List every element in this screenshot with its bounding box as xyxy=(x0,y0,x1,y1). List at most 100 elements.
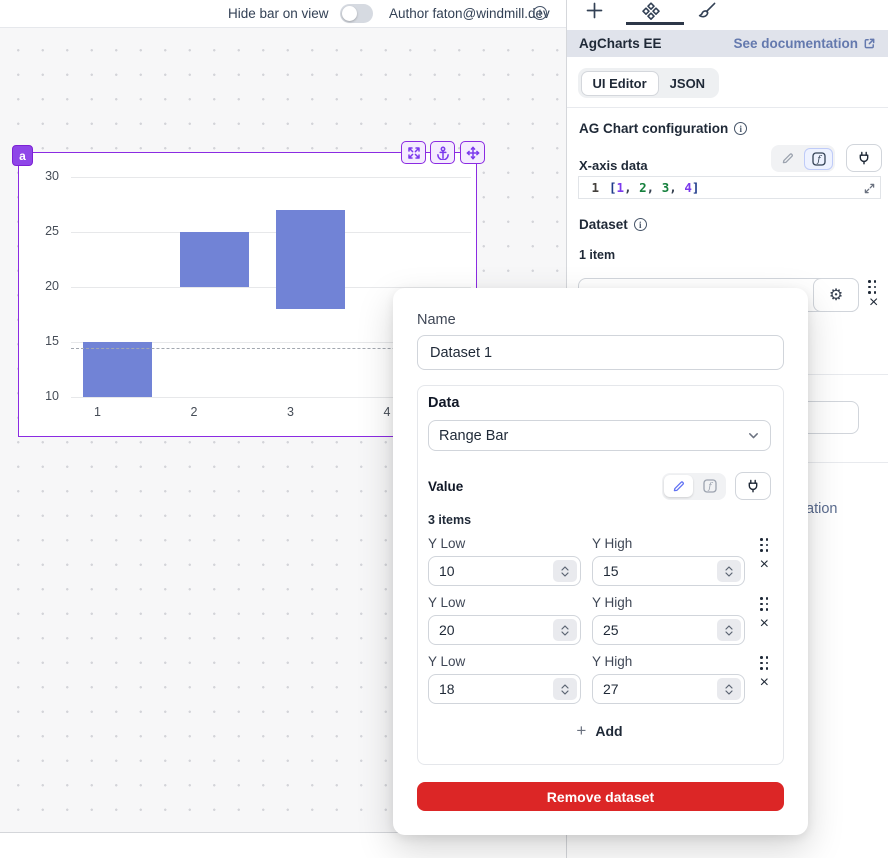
row-drag-handle[interactable] xyxy=(760,538,769,552)
chevron-down-icon xyxy=(725,690,733,695)
remove-dataset-button[interactable]: Remove dataset xyxy=(417,782,784,811)
active-tab-underline xyxy=(626,22,684,25)
y-high-label: Y High xyxy=(592,654,745,669)
dataset-name-input[interactable] xyxy=(417,335,784,370)
external-link-icon xyxy=(863,37,876,50)
expand-icon xyxy=(407,146,421,160)
svg-text:f: f xyxy=(816,154,822,165)
code-token: ] xyxy=(692,180,700,195)
author-label: Author faton@windmill.dev xyxy=(389,6,550,21)
number-stepper[interactable] xyxy=(553,678,577,700)
chevron-down-icon xyxy=(561,572,569,577)
xaxis-input-mode-toggle: f xyxy=(771,145,835,172)
anchor-icon xyxy=(436,146,450,160)
number-stepper[interactable] xyxy=(553,619,577,641)
expression-f-button[interactable]: f xyxy=(804,148,833,170)
plug-icon xyxy=(857,151,871,165)
expand-component-button[interactable] xyxy=(401,141,426,164)
chevron-down-icon xyxy=(561,690,569,695)
dataset-info-icon[interactable]: i xyxy=(634,218,647,231)
number-stepper[interactable] xyxy=(717,619,741,641)
x-axis-tick-label: 2 xyxy=(174,405,214,419)
chevron-up-icon xyxy=(725,566,733,571)
component-id-badge: a xyxy=(12,145,33,166)
chevron-down-icon xyxy=(725,631,733,636)
diagonal-expand-icon xyxy=(864,183,875,194)
expression-f-button[interactable]: f xyxy=(695,475,724,497)
plus-icon xyxy=(586,2,603,19)
hide-bar-toggle[interactable] xyxy=(340,4,373,23)
data-label: Data xyxy=(428,395,771,411)
xaxis-code-editor[interactable]: 1 [1, 2, 3, 4] xyxy=(578,176,881,199)
x-axis-tick-label: 3 xyxy=(271,405,311,419)
row-drag-handle[interactable] xyxy=(760,597,769,611)
value-connect-button[interactable] xyxy=(735,472,771,500)
function-icon: f xyxy=(812,152,826,166)
hide-bar-on-view-label: Hide bar on view xyxy=(228,6,329,21)
y-axis-tick-label: 25 xyxy=(19,224,59,238)
components-icon xyxy=(641,1,661,21)
anchor-component-button[interactable] xyxy=(430,141,455,164)
number-stepper[interactable] xyxy=(717,560,741,582)
code-token: [ xyxy=(609,180,617,195)
value-item-row: Y Low Y High xyxy=(428,536,771,586)
chevron-up-icon xyxy=(561,684,569,689)
dataset-settings-button[interactable]: ⚙ xyxy=(813,278,859,312)
number-stepper[interactable] xyxy=(717,678,741,700)
y-low-label: Y Low xyxy=(428,595,581,610)
number-stepper[interactable] xyxy=(553,560,577,582)
y-axis-tick-label: 30 xyxy=(19,169,59,183)
dataset-drag-handle[interactable] xyxy=(868,280,877,294)
static-pencil-button[interactable] xyxy=(664,475,693,497)
items-count-label: 3 items xyxy=(428,513,771,527)
see-documentation-link[interactable]: See documentation xyxy=(733,36,876,51)
row-remove-icon[interactable]: × xyxy=(760,558,769,572)
tab-styling[interactable] xyxy=(697,1,717,21)
y-axis-tick-label: 10 xyxy=(19,389,59,403)
code-expand-button[interactable] xyxy=(861,180,877,196)
row-remove-icon[interactable]: × xyxy=(760,676,769,690)
chevron-up-icon xyxy=(561,566,569,571)
value-header-row: Value f xyxy=(428,472,771,500)
paintbrush-icon xyxy=(697,1,717,21)
tab-ui-editor[interactable]: UI Editor xyxy=(581,71,659,96)
y-low-label: Y Low xyxy=(428,654,581,669)
code-token: 2 xyxy=(639,180,647,195)
editor-mode-tabs: UI Editor JSON xyxy=(578,68,719,98)
pencil-icon xyxy=(781,152,794,165)
move-icon xyxy=(466,146,480,160)
add-item-button[interactable]: + Add xyxy=(428,721,771,741)
y-low-label: Y Low xyxy=(428,536,581,551)
canvas-topbar: Hide bar on view Author faton@windmill.d… xyxy=(0,0,566,27)
name-label: Name xyxy=(417,312,784,328)
row-drag-handle[interactable] xyxy=(760,656,769,670)
config-info-icon[interactable]: i xyxy=(734,122,747,135)
data-config-box: Data Range Bar Value f xyxy=(417,385,784,765)
y-axis-tick-label: 15 xyxy=(19,334,59,348)
author-info-icon[interactable]: i xyxy=(533,6,547,20)
pencil-icon xyxy=(672,480,685,493)
dataset-remove-icon[interactable]: × xyxy=(869,296,878,310)
plug-icon xyxy=(746,479,760,493)
code-content: [1, 2, 3, 4] xyxy=(609,180,699,195)
row-remove-icon[interactable]: × xyxy=(760,617,769,631)
move-component-button[interactable] xyxy=(460,141,485,164)
tab-json[interactable]: JSON xyxy=(659,72,716,95)
partially-hidden-label: ation xyxy=(806,501,837,517)
component-panel-header: AgCharts EE See documentation xyxy=(567,30,888,57)
config-section-title: AG Chart configuration i xyxy=(579,121,747,136)
dataset-modal: Name Data Range Bar Value xyxy=(393,288,808,835)
code-token: , xyxy=(624,180,639,195)
tab-component-settings[interactable] xyxy=(641,1,661,21)
x-axis-tick-label: 1 xyxy=(78,405,118,419)
chevron-down-icon xyxy=(725,572,733,577)
static-pencil-button[interactable] xyxy=(773,148,802,170)
range-bar xyxy=(276,210,345,309)
chart-type-select[interactable]: Range Bar xyxy=(428,420,771,451)
value-controls: f xyxy=(662,472,771,500)
divider xyxy=(567,107,888,108)
xaxis-connect-button[interactable] xyxy=(846,144,882,172)
dataset-count-label: 1 item xyxy=(579,248,615,262)
tab-insert-component[interactable] xyxy=(586,2,603,19)
xaxis-data-label: X-axis data xyxy=(579,158,648,173)
